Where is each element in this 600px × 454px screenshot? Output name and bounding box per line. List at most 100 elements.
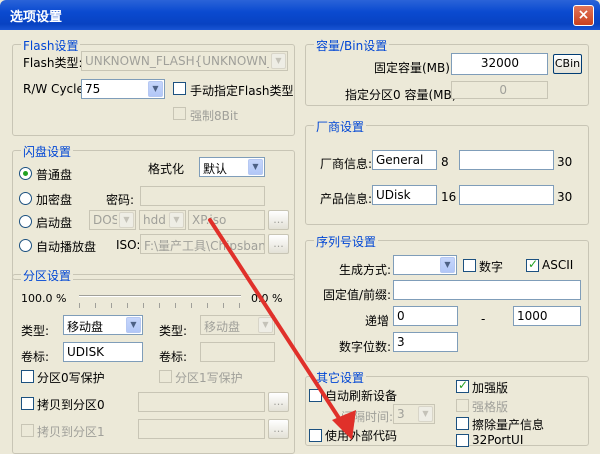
serial-increment-dash: - bbox=[481, 312, 486, 326]
cbin-button[interactable]: CBin bbox=[553, 54, 582, 74]
product-info-extra-input[interactable] bbox=[459, 185, 554, 205]
partition0-wp-checkbox[interactable] bbox=[21, 370, 34, 383]
part0-capacity-label: 指定分区0 容量(MB): bbox=[345, 88, 461, 102]
format-select[interactable]: 默认 ▼ bbox=[199, 157, 265, 177]
flash-group-title: Flash设置 bbox=[21, 37, 81, 54]
volume-label-label: 卷标: bbox=[21, 350, 50, 364]
serial-digit-checkbox[interactable] bbox=[463, 259, 476, 272]
password-input[interactable] bbox=[140, 186, 265, 206]
strong-format-checkbox[interactable] bbox=[456, 399, 469, 412]
rw-cycle-select[interactable]: 75 ▼ bbox=[81, 79, 165, 99]
udisk-group-title: 闪盘设置 bbox=[21, 143, 74, 160]
boot-file-input[interactable]: XP.iso bbox=[188, 210, 265, 230]
chevron-down-icon: ▼ bbox=[148, 81, 163, 97]
boot-file-browse-button[interactable]: ... bbox=[268, 210, 289, 230]
vendor-info-extra-input[interactable] bbox=[459, 150, 554, 170]
partition2-type-select[interactable]: 移动盘 ▼ bbox=[200, 315, 275, 335]
interval-select[interactable]: 3 ▼ bbox=[393, 404, 435, 424]
boot-os-select[interactable]: DOS ▼ bbox=[89, 210, 136, 230]
product-info-input[interactable]: UDisk bbox=[372, 185, 437, 205]
encrypted-disk-radio[interactable] bbox=[19, 192, 32, 205]
serial-ascii-checkbox[interactable] bbox=[526, 257, 539, 272]
iso-label: ISO: bbox=[116, 238, 141, 252]
autoplay-disk-radio[interactable] bbox=[19, 239, 32, 252]
chevron-down-icon: ▼ bbox=[126, 317, 141, 333]
interval-value: 3 bbox=[397, 407, 405, 421]
product-info-length: 16 bbox=[441, 190, 457, 204]
copy-partition0-browse-button[interactable]: ... bbox=[268, 392, 289, 412]
format-value: 默认 bbox=[203, 162, 228, 176]
title-bar[interactable]: 选项设置 × bbox=[0, 0, 600, 30]
partition1-wp-label: 分区1写保护 bbox=[175, 371, 243, 385]
normal-disk-radio[interactable] bbox=[19, 167, 32, 180]
dialog-client: Flash设置 Flash类型: UNKNOWN_FLASH{UNKNOWN_F… bbox=[3, 30, 597, 454]
interval-label: 间隔时间: bbox=[341, 410, 394, 424]
close-button[interactable]: × bbox=[573, 5, 594, 26]
part0-capacity-input[interactable]: 0 bbox=[451, 81, 548, 99]
port-ui-checkbox[interactable] bbox=[456, 434, 469, 447]
partition2-type-value: 移动盘 bbox=[204, 320, 241, 334]
vendor-info-input[interactable]: General bbox=[372, 150, 437, 170]
enhanced-label: 加强版 bbox=[472, 381, 509, 395]
serial-increment-label: 递增 bbox=[365, 314, 390, 328]
partition-slider-track[interactable] bbox=[79, 295, 241, 297]
serial-ascii-label: ASCII bbox=[542, 258, 574, 272]
partition-percent-right: 0.0 % bbox=[251, 292, 283, 305]
serial-increment-from[interactable]: 0 bbox=[393, 306, 458, 326]
partition0-wp-label: 分区0写保护 bbox=[37, 371, 105, 385]
chevron-down-icon: ▼ bbox=[248, 159, 263, 175]
iso-browse-button[interactable]: ... bbox=[268, 234, 289, 254]
partition-type-value: 移动盘 bbox=[67, 320, 104, 334]
strong-format-label: 强格版 bbox=[472, 400, 509, 414]
vendor-info-length: 8 bbox=[441, 155, 449, 169]
encrypted-disk-label: 加密盘 bbox=[36, 193, 73, 207]
fixed-capacity-input[interactable]: 32000 bbox=[451, 53, 548, 75]
boot-device-select[interactable]: hdd ▼ bbox=[139, 210, 186, 230]
force-8bit-label: 强制8Bit bbox=[190, 109, 238, 123]
serial-group-title: 序列号设置 bbox=[314, 233, 379, 250]
chevron-down-icon: ▼ bbox=[418, 406, 433, 422]
rw-cycle-value: 75 bbox=[85, 82, 101, 96]
serial-prefix-label: 固定值/前缀: bbox=[323, 288, 392, 302]
serial-mode-select[interactable]: ▼ bbox=[393, 255, 457, 275]
serial-digits-input[interactable]: 3 bbox=[393, 332, 458, 352]
force-8bit-checkbox[interactable] bbox=[173, 107, 186, 120]
vendor-info-max: 30 bbox=[557, 155, 573, 169]
partition2-type-label: 类型: bbox=[159, 324, 188, 338]
erase-info-label: 擦除量产信息 bbox=[472, 418, 545, 432]
volume2-label-label: 卷标: bbox=[159, 350, 188, 364]
erase-info-checkbox[interactable] bbox=[456, 417, 469, 430]
serial-digit-label: 数字 bbox=[479, 260, 504, 274]
port-ui-label: 32PortUI bbox=[472, 433, 524, 447]
copy-partition1-path[interactable] bbox=[138, 419, 265, 439]
other-group-title: 其它设置 bbox=[314, 369, 367, 386]
copy-partition0-checkbox[interactable] bbox=[21, 397, 34, 410]
copy-partition1-browse-button[interactable]: ... bbox=[268, 419, 289, 439]
auto-refresh-checkbox[interactable] bbox=[309, 389, 322, 402]
product-info-max: 30 bbox=[557, 190, 573, 204]
partition-group-title: 分区设置 bbox=[21, 267, 74, 284]
copy-partition0-label: 拷贝到分区0 bbox=[37, 398, 105, 412]
flash-type-select[interactable]: UNKNOWN_FLASH{UNKNOWN_FLASH ▼ bbox=[81, 51, 288, 71]
autoplay-disk-label: 自动播放盘 bbox=[36, 240, 97, 254]
boot-os-value: DOS bbox=[93, 213, 117, 227]
iso-path-input[interactable]: F:\量产工具\Chipsbank\C bbox=[140, 234, 265, 254]
vendor-group: 厂商设置 bbox=[305, 118, 589, 225]
chevron-down-icon: ▼ bbox=[440, 257, 455, 273]
copy-partition1-checkbox[interactable] bbox=[21, 424, 34, 437]
external-code-checkbox[interactable] bbox=[309, 429, 322, 442]
partition-slider-ticks bbox=[79, 303, 241, 308]
serial-prefix-input[interactable] bbox=[393, 280, 581, 300]
copy-partition0-path[interactable] bbox=[138, 392, 265, 412]
volume-label-input[interactable]: UDISK bbox=[63, 342, 143, 362]
enhanced-checkbox[interactable] bbox=[456, 378, 469, 393]
serial-increment-to[interactable]: 1000 bbox=[513, 306, 581, 326]
rw-cycle-label: R/W Cycle: bbox=[23, 82, 88, 96]
manual-flash-label: 手动指定Flash类型 bbox=[190, 84, 294, 98]
manual-flash-checkbox[interactable] bbox=[173, 82, 186, 95]
partition-type-select[interactable]: 移动盘 ▼ bbox=[63, 315, 143, 335]
boot-disk-radio[interactable] bbox=[19, 215, 32, 228]
partition1-wp-checkbox[interactable] bbox=[159, 370, 172, 383]
chevron-down-icon: ▼ bbox=[119, 212, 134, 228]
volume2-label-input[interactable] bbox=[200, 342, 275, 362]
